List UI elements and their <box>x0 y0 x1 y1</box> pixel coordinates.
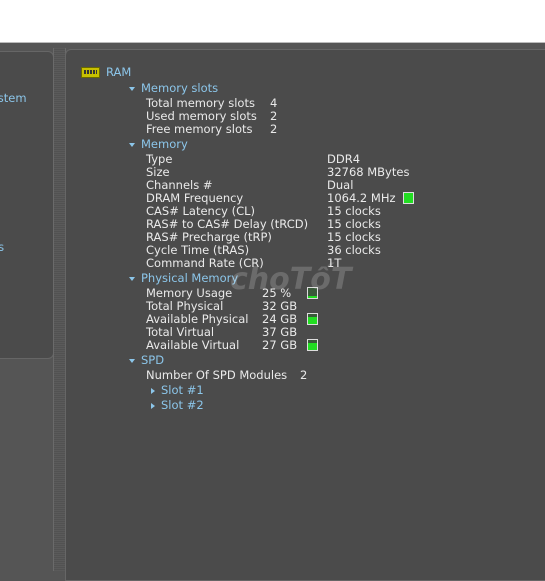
row-value-text: Dual <box>327 178 354 192</box>
spd-modules-value-text: 2 <box>300 368 308 382</box>
section-memory-slots-text: Memory slots <box>141 81 219 95</box>
row-label-text: Type <box>146 152 173 166</box>
section-physical-memory-text: Physical Memory <box>141 271 239 285</box>
row-value-text: 36 clocks <box>327 243 381 257</box>
row-value-text: 2 <box>270 109 278 123</box>
row-value-text: 1064.2 MHz <box>327 191 396 205</box>
nav-item-3[interactable]: es <box>0 240 4 254</box>
row-label-text: Available Physical <box>146 312 249 326</box>
left-nav-panel: ystem d es <box>0 51 54 359</box>
row-label: Available Virtual <box>146 339 239 352</box>
section-spd-text: SPD <box>141 353 165 367</box>
row-value-text: 4 <box>270 96 278 110</box>
section-physical-memory[interactable]: Physical Memory <box>129 272 238 285</box>
spd-modules-label-text: Number Of SPD Modules <box>146 368 288 382</box>
row-value-text: 2 <box>270 122 278 136</box>
section-memory[interactable]: Memory <box>129 138 188 151</box>
available-virtual-gauge <box>307 339 318 351</box>
details-panel <box>65 49 545 581</box>
spd-modules-label: Number Of SPD Modules <box>146 369 287 382</box>
expand-arrow-icon <box>129 86 135 91</box>
row-value-text: 32768 MBytes <box>327 165 410 179</box>
row-value: 2 <box>270 123 277 136</box>
row-label-text: CAS# Latency (CL) <box>146 204 256 218</box>
section-spd[interactable]: SPD <box>129 354 164 367</box>
collapse-arrow-icon <box>151 387 155 394</box>
row-value-text: 15 clocks <box>327 204 381 218</box>
expand-arrow-icon <box>129 276 135 281</box>
spd-slot-2[interactable]: Slot #2 <box>151 399 204 412</box>
row-value-text: 24 GB <box>262 312 298 326</box>
spd-modules-value: 2 <box>300 369 307 382</box>
spd-slot-1-text: Slot #1 <box>161 383 204 397</box>
row-value: 27 GB <box>262 339 297 352</box>
spd-slot-1[interactable]: Slot #1 <box>151 384 204 397</box>
row-label-text: RAS# Precharge (tRP) <box>146 230 272 244</box>
expand-arrow-icon <box>129 142 135 147</box>
row-label-text: RAS# to CAS# Delay (tRCD) <box>146 217 309 231</box>
nav-item-system[interactable]: ystem <box>0 91 27 105</box>
frequency-indicator-icon <box>403 192 414 204</box>
row-label-text: Available Virtual <box>146 338 240 352</box>
row-value-text: DDR4 <box>327 152 361 166</box>
row-label-text: Total Virtual <box>146 325 215 339</box>
row-label-text: Total Physical <box>146 299 224 313</box>
watermark-logo: choTốT <box>230 262 352 297</box>
row-value-text: 15 clocks <box>327 230 381 244</box>
row-label: Free memory slots <box>146 123 253 136</box>
top-bar <box>0 0 545 43</box>
row-label-text: Total memory slots <box>146 96 255 110</box>
section-memory-text: Memory <box>141 137 188 151</box>
row-value-text: 37 GB <box>262 325 298 339</box>
row-label-text: DRAM Frequency <box>146 191 244 205</box>
spd-slot-2-text: Slot #2 <box>161 398 204 412</box>
tree-root-ram[interactable]: RAM <box>106 66 131 79</box>
row-label-text: Used memory slots <box>146 109 257 123</box>
ram-module-icon <box>81 67 100 78</box>
section-memory-slots[interactable]: Memory slots <box>129 82 218 95</box>
row-label-text: Size <box>146 165 170 179</box>
row-value-text: 27 GB <box>262 338 298 352</box>
row-label-text: Cycle Time (tRAS) <box>146 243 250 257</box>
row-label-text: Memory Usage <box>146 286 233 300</box>
expand-arrow-icon <box>129 358 135 363</box>
available-physical-gauge <box>307 313 318 325</box>
row-label-text: Channels # <box>146 178 213 192</box>
row-label-text: Free memory slots <box>146 122 253 136</box>
collapse-arrow-icon <box>151 402 155 409</box>
row-value-text: 15 clocks <box>327 217 381 231</box>
row-value-text: 32 GB <box>262 299 298 313</box>
